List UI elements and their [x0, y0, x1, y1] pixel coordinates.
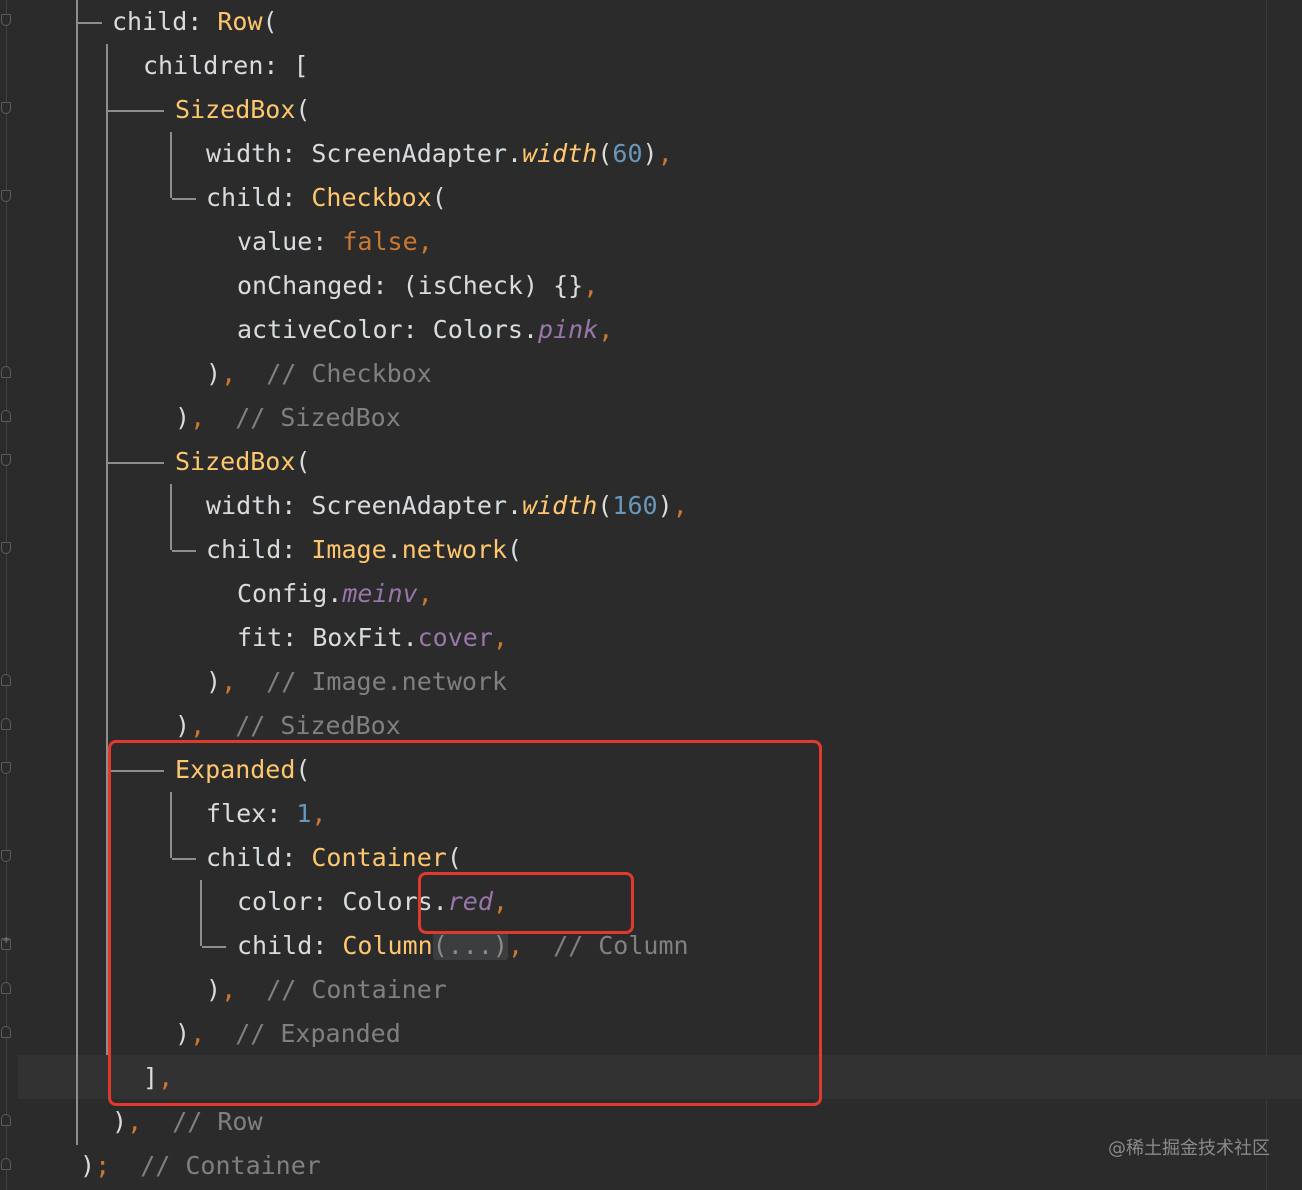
- expand-fold-icon[interactable]: [1, 935, 11, 950]
- fold-marker-icon[interactable]: [1, 542, 11, 554]
- code-line[interactable]: width: ScreenAdapter.width(160),: [206, 484, 688, 528]
- code-token: ): [175, 403, 191, 432]
- code-token: ): [80, 1151, 96, 1180]
- code-token: ,: [127, 1107, 173, 1136]
- gutter-line: [6, 0, 7, 1190]
- code-token: ,: [417, 227, 433, 256]
- code-token: child:: [206, 535, 312, 564]
- code-line[interactable]: ); // Container: [80, 1144, 321, 1188]
- code-token: cover: [417, 623, 493, 652]
- code-token: SizedBox: [175, 95, 296, 124]
- fold-marker-icon[interactable]: [1, 982, 11, 994]
- code-token: Config.: [237, 579, 343, 608]
- code-token: ): [642, 139, 658, 168]
- code-token: activeColor: Colors.: [237, 315, 539, 344]
- code-token: SizedBox: [175, 447, 296, 476]
- code-token: (: [431, 183, 447, 212]
- code-line[interactable]: ), // Row: [112, 1100, 263, 1144]
- code-token: width: ScreenAdapter.: [206, 139, 523, 168]
- code-token: ,: [583, 271, 599, 300]
- code-token: // SizedBox: [235, 403, 401, 432]
- code-token: ,: [190, 711, 236, 740]
- fold-marker-icon[interactable]: [1, 14, 11, 26]
- code-token: onChanged: (isCheck) {}: [237, 271, 584, 300]
- right-margin-guide: [1266, 0, 1267, 1190]
- code-token: Checkbox: [311, 183, 432, 212]
- code-token: pink: [538, 315, 599, 344]
- code-token: Row: [217, 7, 263, 36]
- code-token: false: [342, 227, 418, 256]
- code-token: ,: [672, 491, 688, 520]
- code-line[interactable]: ), // SizedBox: [175, 396, 401, 440]
- fold-marker-icon[interactable]: [1, 1026, 11, 1038]
- code-token: ,: [417, 579, 433, 608]
- code-token: // Image.network: [266, 667, 508, 696]
- code-token: ): [112, 1107, 128, 1136]
- code-token: ,: [657, 139, 673, 168]
- fold-marker-icon[interactable]: [1, 1158, 11, 1170]
- code-token: ): [206, 667, 222, 696]
- code-token: ): [175, 711, 191, 740]
- code-token: children: [: [143, 51, 309, 80]
- code-token: ,: [492, 623, 508, 652]
- code-token: ;: [95, 1151, 141, 1180]
- fold-marker-icon[interactable]: [1, 410, 11, 422]
- fold-marker-icon[interactable]: [1, 674, 11, 686]
- fold-marker-icon[interactable]: [1, 850, 11, 862]
- code-line[interactable]: child: Row(: [112, 0, 278, 44]
- code-line[interactable]: child: Checkbox(: [206, 176, 447, 220]
- code-line[interactable]: ), // Checkbox: [206, 352, 432, 396]
- code-line[interactable]: child: Image.network(: [206, 528, 522, 572]
- code-token: ): [657, 491, 673, 520]
- code-line[interactable]: Config.meinv,: [237, 572, 433, 616]
- code-token: // Row: [172, 1107, 263, 1136]
- code-token: value:: [237, 227, 343, 256]
- fold-marker-icon[interactable]: [1, 102, 11, 114]
- fold-marker-icon[interactable]: [1, 454, 11, 466]
- code-token: // Checkbox: [266, 359, 432, 388]
- code-token: (: [597, 491, 613, 520]
- code-line[interactable]: value: false,: [237, 220, 433, 264]
- code-token: width: [522, 139, 598, 168]
- code-token: child:: [206, 183, 312, 212]
- fold-marker-icon[interactable]: [1, 190, 11, 202]
- code-token: meinv: [342, 579, 418, 608]
- code-token: ): [206, 359, 222, 388]
- code-token: (: [295, 95, 311, 124]
- code-token: ,: [221, 359, 267, 388]
- code-token: network: [401, 535, 508, 564]
- code-line[interactable]: SizedBox(: [175, 440, 310, 484]
- code-line[interactable]: SizedBox(: [175, 88, 310, 132]
- code-token: // Container: [140, 1151, 321, 1180]
- code-line[interactable]: onChanged: (isCheck) {},: [237, 264, 598, 308]
- code-token: Image: [311, 535, 387, 564]
- code-token: 160: [612, 491, 658, 520]
- code-line[interactable]: ), // Image.network: [206, 660, 507, 704]
- code-token: fit: BoxFit.: [237, 623, 418, 652]
- code-token: ,: [190, 403, 236, 432]
- code-token: // SizedBox: [235, 711, 401, 740]
- code-line[interactable]: width: ScreenAdapter.width(60),: [206, 132, 673, 176]
- watermark: @稀土掘金技术社区: [1108, 1138, 1270, 1159]
- code-token: width: [522, 491, 598, 520]
- code-token: child:: [112, 7, 218, 36]
- fold-marker-icon[interactable]: [1, 366, 11, 378]
- code-token: width: ScreenAdapter.: [206, 491, 523, 520]
- fold-marker-icon[interactable]: [1, 762, 11, 774]
- code-line[interactable]: children: [: [143, 44, 309, 88]
- fold-marker-icon[interactable]: [1, 1114, 11, 1126]
- highlight-box-colors-red: [418, 872, 634, 934]
- code-token: (: [507, 535, 523, 564]
- code-token: (: [295, 447, 311, 476]
- code-token: (: [597, 139, 613, 168]
- fold-marker-icon[interactable]: [1, 718, 11, 730]
- code-token: ,: [221, 667, 267, 696]
- code-line[interactable]: fit: BoxFit.cover,: [237, 616, 508, 660]
- code-token: 60: [612, 139, 643, 168]
- editor-gutter: [0, 0, 18, 1190]
- code-token: (: [262, 7, 278, 36]
- code-token: ,: [598, 315, 614, 344]
- code-line[interactable]: activeColor: Colors.pink,: [237, 308, 613, 352]
- code-token: .: [386, 535, 402, 564]
